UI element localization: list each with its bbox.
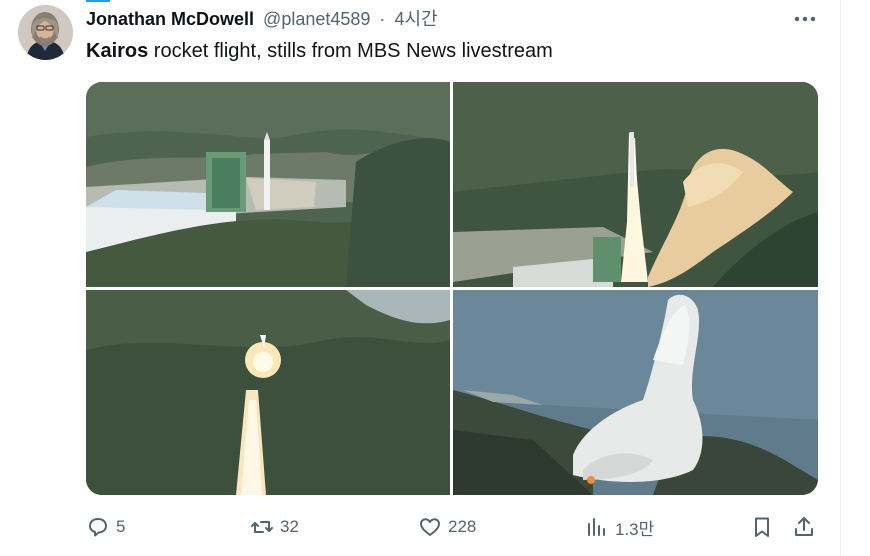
media-grid	[86, 82, 818, 495]
tweet-text: Kairos rocket flight, stills from MBS Ne…	[86, 39, 553, 63]
reply-icon	[89, 518, 107, 537]
more-dots-icon	[794, 16, 816, 22]
media-still-1[interactable]	[86, 82, 450, 287]
media-still-3[interactable]	[86, 290, 450, 495]
tweet-text-bold: Kairos	[86, 40, 149, 62]
views-button[interactable]: 1.3만	[585, 513, 654, 541]
more-options-button[interactable]	[790, 8, 820, 30]
views-count: 1.3만	[615, 519, 655, 539]
like-count: 228	[448, 517, 477, 536]
header-separator: ·	[379, 9, 386, 29]
share-button[interactable]	[792, 513, 816, 541]
tweet-timestamp[interactable]: 4시간	[394, 9, 437, 29]
media-still-2[interactable]	[453, 82, 818, 287]
tweet-header: Jonathan McDowell @planet4589 · 4시간	[86, 8, 438, 30]
tweet-actions-bar: 5 32 228 1.3만	[0, 513, 840, 541]
author-handle[interactable]: @planet4589	[263, 9, 370, 29]
retweet-count: 32	[280, 517, 299, 536]
timeline-border	[840, 0, 841, 556]
share-icon	[795, 517, 813, 536]
like-button[interactable]: 228	[418, 513, 476, 541]
avatar[interactable]	[18, 5, 73, 60]
top-accent-line	[86, 0, 110, 2]
retweet-icon	[251, 521, 273, 533]
reply-count: 5	[116, 517, 126, 536]
reply-button[interactable]: 5	[86, 513, 125, 541]
bookmark-button[interactable]	[750, 513, 774, 541]
bookmark-icon	[755, 517, 769, 537]
views-chart-icon	[588, 518, 605, 536]
heart-icon	[420, 518, 440, 536]
media-still-4[interactable]	[453, 290, 818, 495]
tweet-text-body: rocket flight, stills from MBS News live…	[148, 40, 553, 62]
author-name[interactable]: Jonathan McDowell	[86, 9, 254, 29]
avatar-image	[18, 5, 73, 60]
retweet-button[interactable]: 32	[250, 513, 299, 541]
